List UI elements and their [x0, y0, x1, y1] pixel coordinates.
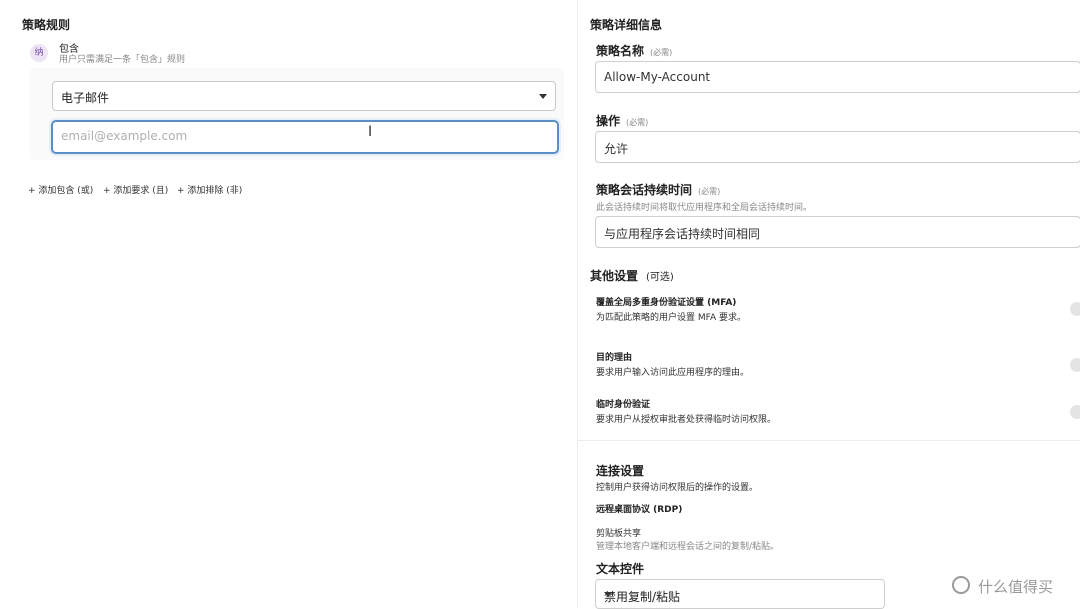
chevron-down-icon — [539, 94, 547, 99]
email-input-wrapper[interactable] — [51, 120, 559, 154]
other-settings-title: 其他设置 (可选) — [590, 267, 674, 284]
email-input[interactable] — [59, 128, 543, 144]
clipboard-title: 剪贴板共享 — [596, 529, 642, 539]
temp-auth-setting-title: 临时身份验证 — [596, 400, 651, 410]
action-label: 操作 (必需) — [596, 112, 648, 129]
session-duration-label-text: 策略会话持续时间 — [596, 183, 693, 197]
watermark-logo-icon — [952, 576, 970, 594]
purpose-toggle[interactable] — [1070, 358, 1080, 372]
policy-details-title: 策略详细信息 — [590, 18, 663, 32]
session-duration-select[interactable]: 与应用程序会话持续时间相同 — [595, 216, 1080, 248]
watermark-text: 什么值得买 — [978, 578, 1054, 596]
text-control-label: 文本控件 — [596, 562, 645, 576]
action-select[interactable]: 允许 — [595, 131, 1080, 163]
mfa-setting-description: 为匹配此策略的用户设置 MFA 要求。 — [596, 313, 746, 323]
temp-auth-toggle[interactable] — [1070, 405, 1080, 419]
purpose-setting-title: 目的理由 — [596, 353, 633, 363]
connection-settings-title: 连接设置 — [596, 464, 645, 478]
session-duration-description: 此会话持续时间将取代应用程序和全局会话持续时间。 — [596, 203, 813, 213]
policy-details-panel: 策略详细信息 策略名称 (必需) Allow-My-Account 操作 (必需) … — [578, 0, 1080, 609]
section-divider — [578, 440, 1080, 441]
temp-auth-setting-description: 要求用户从授权审批者处获得临时访问权限。 — [596, 415, 777, 425]
required-tag: (必需) — [650, 48, 673, 57]
policy-name-value: Allow-My-Account — [604, 70, 711, 84]
rule-type-value: 电子邮件 — [61, 91, 110, 105]
text-cursor-icon: I — [368, 124, 373, 140]
clipboard-description: 管理本地客户端和远程会话之间的复制/粘贴。 — [596, 542, 780, 552]
policy-rules-panel: 策略规则 纳 包含 用户只需满足一条「包含」规则 电子邮件 I + 添加包含 (… — [0, 0, 578, 608]
action-label-text: 操作 — [596, 114, 621, 128]
optional-tag: (可选) — [646, 272, 674, 283]
other-settings-title-text: 其他设置 — [590, 269, 639, 283]
add-exclude-link[interactable]: + 添加排除 (非) — [177, 183, 242, 196]
policy-name-label: 策略名称 (必需) — [596, 42, 672, 59]
text-control-value: 禁用复制/粘贴 — [604, 590, 681, 604]
purpose-setting-description: 要求用户输入访问此应用程序的理由。 — [596, 368, 750, 378]
connection-settings-description: 控制用户获得访问权限后的操作的设置。 — [596, 483, 759, 493]
mfa-toggle[interactable] — [1070, 302, 1080, 316]
add-include-link[interactable]: + 添加包含 (或) — [28, 183, 93, 196]
rule-type-select[interactable]: 电子邮件 — [52, 81, 556, 111]
policy-name-input[interactable]: Allow-My-Account — [595, 61, 1080, 93]
include-badge: 纳 — [30, 44, 48, 62]
mfa-setting-title: 覆盖全局多重身份验证设置 (MFA) — [596, 298, 737, 308]
policy-name-label-text: 策略名称 — [596, 44, 645, 58]
policy-rules-title: 策略规则 — [22, 18, 71, 32]
chevron-down-icon — [604, 592, 612, 597]
required-tag: (必需) — [626, 118, 649, 127]
session-duration-label: 策略会话持续时间 (必需) — [596, 181, 720, 198]
action-value: 允许 — [604, 142, 629, 156]
session-duration-value: 与应用程序会话持续时间相同 — [604, 227, 761, 241]
rdp-title: 远程桌面协议 (RDP) — [596, 505, 683, 515]
include-description: 用户只需满足一条「包含」规则 — [59, 55, 186, 65]
required-tag: (必需) — [698, 187, 721, 196]
add-require-link[interactable]: + 添加要求 (且) — [103, 183, 168, 196]
text-control-select[interactable]: 禁用复制/粘贴 — [595, 579, 885, 609]
